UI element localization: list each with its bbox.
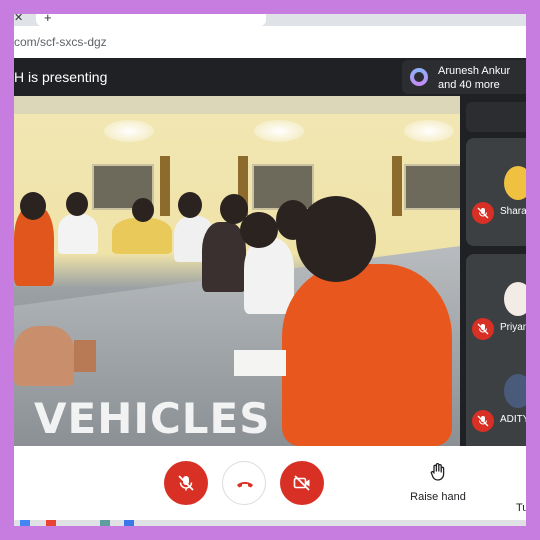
participant-tile[interactable]: Sharan bbox=[466, 138, 526, 246]
raise-hand-icon bbox=[430, 463, 445, 481]
camera-off-icon bbox=[293, 475, 310, 491]
participant-name: ADITYA bbox=[500, 414, 526, 425]
address-bar[interactable]: com/scf-sxcs-dgz bbox=[14, 26, 526, 59]
room-ceiling bbox=[14, 96, 460, 114]
participant-avatar bbox=[504, 282, 526, 316]
participant-sidebar: Sharan Priyans ADITYA bbox=[460, 96, 526, 454]
person-head bbox=[20, 192, 46, 220]
room-curtain bbox=[160, 156, 170, 216]
mic-off-icon bbox=[178, 475, 194, 491]
participant-avatar bbox=[504, 374, 526, 408]
presentation-watermark: VEHICLES bbox=[34, 394, 271, 443]
turn-on-captions-label[interactable]: Tu bbox=[516, 502, 526, 514]
ceiling-light bbox=[254, 120, 304, 142]
taskbar-app-icon[interactable] bbox=[124, 520, 134, 526]
person-head bbox=[132, 198, 154, 222]
person-head bbox=[296, 196, 376, 282]
person bbox=[112, 218, 172, 254]
presentation-video: VEHICLES bbox=[14, 96, 460, 446]
participant-name: Arunesh Ankur bbox=[438, 65, 511, 77]
screen: ✕ + com/scf-sxcs-dgz H is presenting Aru… bbox=[14, 14, 526, 526]
person bbox=[282, 264, 452, 446]
browser-tabstrip: ✕ + bbox=[14, 14, 526, 26]
ceiling-light bbox=[104, 120, 154, 142]
presenting-label: H is presenting bbox=[14, 69, 108, 85]
participant-tile[interactable]: ADITYA bbox=[466, 346, 526, 454]
participants-chip[interactable]: Arunesh Ankur and 40 more bbox=[402, 60, 526, 94]
muted-mic-icon bbox=[472, 410, 494, 432]
person-head bbox=[178, 192, 202, 218]
participant-name: Priyans bbox=[500, 322, 526, 333]
person-head bbox=[66, 192, 88, 216]
url-text[interactable]: com/scf-sxcs-dgz bbox=[14, 35, 107, 49]
meeting-controls: Raise hand Tu bbox=[14, 446, 526, 526]
room-curtain bbox=[392, 156, 402, 216]
browser-tab[interactable] bbox=[36, 14, 266, 26]
muted-mic-icon bbox=[472, 318, 494, 340]
person bbox=[14, 326, 74, 386]
presenter-avatar-icon bbox=[410, 68, 428, 86]
participant-avatar bbox=[504, 166, 526, 200]
leave-call-button[interactable] bbox=[222, 461, 266, 505]
os-taskbar bbox=[14, 520, 526, 526]
person bbox=[244, 238, 294, 314]
chrome-icon[interactable] bbox=[46, 520, 56, 526]
participant-name: Sharan bbox=[500, 206, 526, 217]
taskbar-app-icon[interactable] bbox=[100, 520, 110, 526]
phone-hangup-icon bbox=[237, 482, 253, 488]
phone bbox=[74, 340, 96, 372]
raise-hand-button[interactable]: Raise hand bbox=[408, 462, 468, 503]
windows-start-icon[interactable] bbox=[20, 520, 30, 526]
close-tab-icon[interactable]: ✕ bbox=[14, 14, 23, 24]
ceiling-light bbox=[404, 120, 454, 142]
room-window bbox=[404, 164, 460, 210]
microphone-toggle-button[interactable] bbox=[164, 461, 208, 505]
meet-header: H is presenting Arunesh Ankur and 40 mor… bbox=[14, 58, 526, 96]
raise-hand-label: Raise hand bbox=[410, 491, 466, 503]
muted-mic-icon bbox=[472, 202, 494, 224]
notebook bbox=[234, 350, 286, 376]
new-tab-icon[interactable]: + bbox=[44, 14, 52, 25]
person bbox=[58, 214, 98, 254]
meeting-stage: VEHICLES Sharan Priyans bbox=[14, 96, 526, 454]
sidebar-header-tile bbox=[466, 102, 526, 132]
participant-count: and 40 more bbox=[438, 79, 500, 91]
person-head bbox=[240, 212, 278, 248]
camera-toggle-button[interactable] bbox=[280, 461, 324, 505]
